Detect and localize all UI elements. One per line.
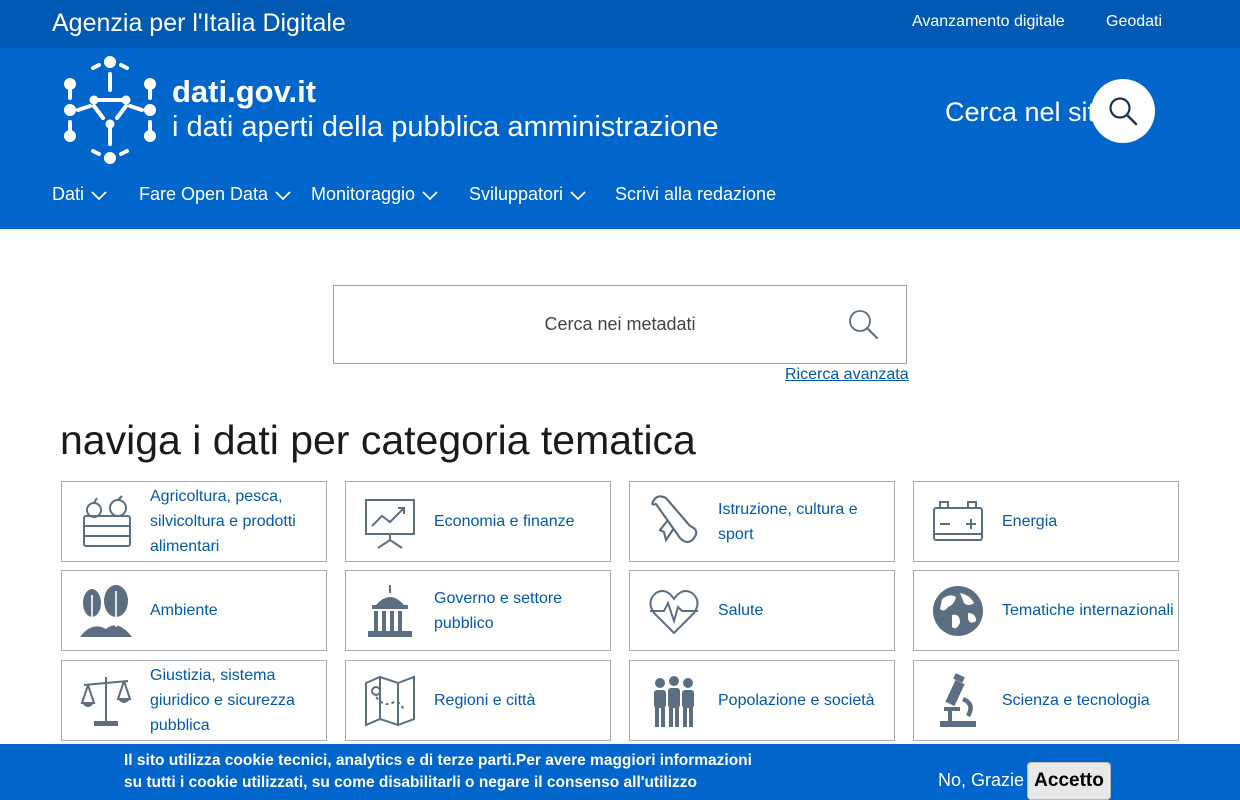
topbar-link-avanzamento[interactable]: Avanzamento digitale (912, 13, 1065, 31)
education-icon (651, 495, 698, 544)
category-label: Popolazione e società (718, 692, 875, 709)
category-label: Agricoltura, pesca, silvicoltura e prodo… (150, 488, 296, 555)
category-ambiente[interactable]: Ambiente (61, 570, 327, 651)
category-popolazione[interactable]: Popolazione e società (629, 660, 895, 741)
nav-item-fare-open-data[interactable]: Fare Open Data (139, 184, 292, 205)
advanced-search-link[interactable]: Ricerca avanzata (785, 366, 909, 384)
metadata-search-box (333, 285, 907, 364)
category-giustizia[interactable]: Giustizia, sistema giuridico e sicurezza… (61, 660, 327, 741)
category-label: Economia e finanze (434, 513, 575, 530)
map-icon (365, 675, 415, 727)
cookie-banner: Il sito utilizza cookie tecnici, analyti… (0, 744, 1240, 800)
energy-icon (933, 501, 983, 541)
category-regioni[interactable]: Regioni e città (345, 660, 611, 741)
search-site-button[interactable] (1091, 79, 1155, 143)
site-subtitle: i dati aperti della pubblica amministraz… (172, 111, 719, 143)
category-governo[interactable]: Governo e settore pubblico (345, 570, 611, 651)
category-label: Regioni e città (434, 692, 536, 709)
chevron-down-icon (422, 190, 438, 200)
category-istruzione[interactable]: Istruzione, cultura e sport (629, 481, 895, 562)
nav-item-scrivi-redazione[interactable]: Scrivi alla redazione (615, 184, 776, 205)
nav-item-monitoraggio[interactable]: Monitoraggio (311, 184, 439, 205)
category-label: Salute (718, 602, 764, 619)
cookie-accept-button[interactable]: Accetto (1027, 762, 1111, 800)
nav-item-dati[interactable]: Dati (52, 184, 108, 205)
category-label: Tematiche internazionali (1002, 602, 1174, 619)
search-icon (1109, 97, 1138, 126)
metadata-search-input[interactable] (334, 286, 906, 363)
government-icon (368, 585, 412, 637)
search-icon[interactable] (847, 308, 879, 340)
category-agricoltura[interactable]: Agricoltura, pesca, silvicoltura e prodo… (61, 481, 327, 562)
justice-icon (80, 677, 132, 726)
category-economia[interactable]: Economia e finanze (345, 481, 611, 562)
category-energia[interactable]: Energia (913, 481, 1179, 562)
economy-icon (365, 499, 415, 549)
category-scienza[interactable]: Scienza e tecnologia (913, 660, 1179, 741)
top-bar: Agenzia per l'Italia Digitale Avanzament… (0, 0, 1240, 48)
agency-link[interactable]: Agenzia per l'Italia Digitale (52, 9, 346, 38)
chevron-down-icon (570, 190, 586, 200)
chevron-down-icon (91, 190, 107, 200)
topbar-link-geodati[interactable]: Geodati (1106, 13, 1162, 31)
category-label: Scienza e tecnologia (1002, 692, 1150, 709)
category-label: Energia (1002, 513, 1058, 530)
population-icon (654, 676, 694, 727)
nav-item-sviluppatori[interactable]: Sviluppatori (469, 184, 587, 205)
globe-icon (933, 586, 983, 636)
category-label: Istruzione, cultura e sport (718, 500, 858, 543)
category-label: Governo e settore pubblico (434, 589, 563, 632)
agriculture-icon (83, 495, 131, 547)
dati-logo-icon[interactable] (58, 54, 162, 166)
category-label: Ambiente (150, 602, 218, 619)
cookie-text: Il sito utilizza cookie tecnici, analyti… (124, 752, 752, 791)
microscope-icon (940, 673, 976, 727)
chevron-down-icon (275, 190, 291, 200)
health-icon (649, 590, 699, 635)
site-title[interactable]: dati.gov.it (172, 74, 316, 110)
site-header: dati.gov.it i dati aperti della pubblica… (0, 48, 1240, 229)
search-site-label: Cerca nel sito (945, 97, 1111, 127)
category-label: Giustizia, sistema giuridico e sicurezza… (150, 667, 295, 734)
categories-heading: naviga i dati per categoria tematica (60, 417, 696, 463)
cookie-decline-link[interactable]: No, Grazie (938, 770, 1024, 791)
category-salute[interactable]: Salute (629, 570, 895, 651)
environment-icon (80, 585, 132, 637)
category-internazionali[interactable]: Tematiche internazionali (913, 570, 1179, 651)
